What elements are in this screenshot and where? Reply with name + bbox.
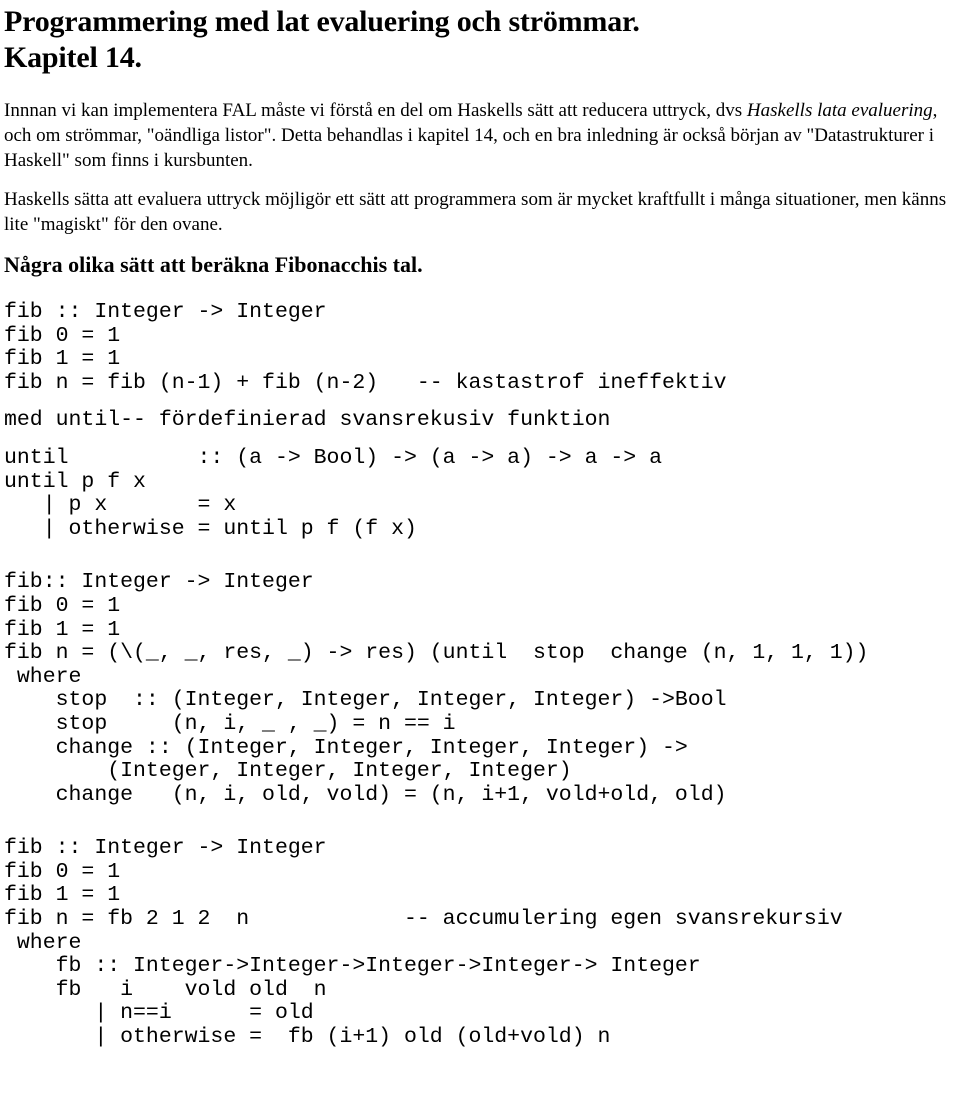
- intro-paragraph-text-start: Innnan vi kan implementera FAL måste vi …: [4, 100, 747, 121]
- page-title: Programmering med lat evaluering och str…: [0, 0, 960, 76]
- code-comment-until: med until-- fördefinierad svansrekusiv f…: [4, 408, 611, 433]
- code-block-naive-fib: fib :: Integer -> Integer fib 0 = 1 fib …: [4, 300, 727, 395]
- code-block-until-definition: until :: (a -> Bool) -> (a -> a) -> a ->…: [4, 445, 663, 541]
- page-title-line-2: Kapitel 14.: [4, 41, 142, 74]
- code-block-fib-with-until: fib:: Integer -> Integer fib 0 = 1 fib 1…: [4, 570, 869, 807]
- intro-paragraph-emphasis: Haskells lata evaluering: [746, 100, 933, 121]
- second-paragraph: Haskells sätta att evaluera uttryck möjl…: [4, 189, 947, 235]
- page-title-line-1: Programmering med lat evaluering och str…: [4, 5, 640, 38]
- intro-paragraph: Innnan vi kan implementera FAL måste vi …: [0, 98, 960, 173]
- section-heading-fibonacci: Några olika sätt att beräkna Fibonacchis…: [4, 252, 423, 277]
- document-page: Programmering med lat evaluering och str…: [0, 0, 960, 1103]
- code-block-fib-accumulator: fib :: Integer -> Integer fib 0 = 1 fib …: [4, 836, 843, 1050]
